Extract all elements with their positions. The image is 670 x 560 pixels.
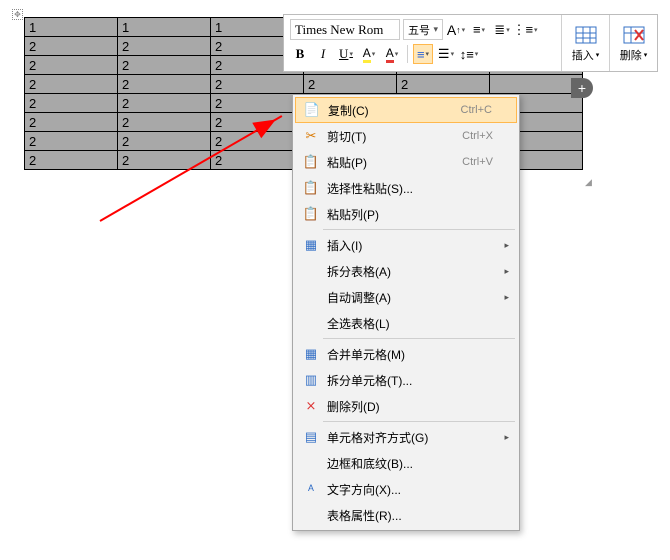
align-icon: ▤ [299,429,323,445]
table-row[interactable]: 22222 [25,75,583,94]
insert-menu[interactable]: 插入 [561,15,609,71]
row-add-handle[interactable]: + [571,78,593,98]
merge-icon: ▦ [299,346,323,362]
separator [323,229,515,230]
underline-button[interactable]: U [336,44,356,64]
font-color-button[interactable]: A [382,44,402,64]
floating-toolbar: Times New Rom 五号 A↑ ≡ ≣ ⋮≡ B I U A A ≡ ☰… [283,14,658,72]
table-cell[interactable]: 2 [118,151,211,170]
ctx-del-col[interactable]: ⨯删除列(D) [295,393,517,419]
table-cell[interactable]: 2 [118,75,211,94]
table-cell[interactable]: 2 [211,75,304,94]
table-cell[interactable]: 2 [397,75,490,94]
insert-label: 插入 [572,47,600,63]
table-cell[interactable]: 2 [211,151,304,170]
ctx-props[interactable]: 表格属性(R)... [295,502,517,528]
table-cell[interactable]: 2 [118,37,211,56]
text-dir-icon: ᴬ [299,482,323,497]
paste-col-icon: 📋 [299,206,323,222]
ctx-insert[interactable]: ▦插入(I) [295,232,517,258]
paste-special-icon: 📋 [299,180,323,196]
font-name-select[interactable]: Times New Rom [290,19,400,40]
ctx-paste[interactable]: 📋粘贴(P)Ctrl+V [295,149,517,175]
separator [407,45,408,63]
table-cell[interactable] [490,75,583,94]
table-cell[interactable]: 2 [304,75,397,94]
table-resize-handle[interactable]: ◢ [585,177,593,185]
cut-icon: ✂ [299,128,323,144]
table-cell[interactable]: 2 [25,113,118,132]
delete-label: 删除 [620,47,648,63]
table-move-handle[interactable]: ✥ [12,9,23,20]
bold-button[interactable]: B [290,44,310,64]
table-cell[interactable]: 2 [118,56,211,75]
del-col-icon: ⨯ [299,398,323,414]
line-spacing-button[interactable]: ↕≡ [459,44,479,64]
italic-button[interactable]: I [313,44,333,64]
table-cell[interactable]: 2 [118,94,211,113]
ctx-cut[interactable]: ✂剪切(T)Ctrl+X [295,123,517,149]
delete-table-icon [621,24,647,46]
ctx-select-table[interactable]: 全选表格(L) [295,310,517,336]
ctx-merge[interactable]: ▦合并单元格(M) [295,341,517,367]
ctx-borders[interactable]: 边框和底纹(B)... [295,450,517,476]
table-cell[interactable]: 2 [25,37,118,56]
insert-table-icon [573,24,599,46]
ctx-text-dir[interactable]: ᴬ文字方向(X)... [295,476,517,502]
split-icon: ▥ [299,372,323,388]
table-cell[interactable]: 2 [118,113,211,132]
numbering-button[interactable]: ≣ [492,20,512,40]
table-cell[interactable]: 2 [25,56,118,75]
multilevel-button[interactable]: ⋮≡ [515,20,535,40]
table-cell[interactable]: 2 [25,94,118,113]
ctx-copy[interactable]: 📄复制(C)Ctrl+C [295,97,517,123]
indent-button[interactable]: ☰ [436,44,456,64]
table-cell[interactable]: 2 [211,94,304,113]
table-cell[interactable]: 2 [25,75,118,94]
insert-icon: ▦ [299,237,323,253]
table-cell[interactable]: 1 [25,18,118,37]
copy-icon: 📄 [300,102,324,118]
table-cell[interactable]: 1 [118,18,211,37]
paste-icon: 📋 [299,154,323,170]
ctx-auto-fit[interactable]: 自动调整(A) [295,284,517,310]
table-cell[interactable]: 2 [118,132,211,151]
ctx-paste-special[interactable]: 📋选择性粘贴(S)... [295,175,517,201]
bullets-button[interactable]: ≡ [469,20,489,40]
separator [323,421,515,422]
font-size-select[interactable]: 五号 [403,19,443,40]
align-button[interactable]: ≡ [413,44,433,64]
table-cell[interactable]: 2 [25,132,118,151]
grow-font-button[interactable]: A↑ [446,20,466,40]
ctx-split-cell[interactable]: ▥拆分单元格(T)... [295,367,517,393]
delete-menu[interactable]: 删除 [609,15,657,71]
separator [323,338,515,339]
ctx-align[interactable]: ▤单元格对齐方式(G) [295,424,517,450]
context-menu: 📄复制(C)Ctrl+C ✂剪切(T)Ctrl+X 📋粘贴(P)Ctrl+V 📋… [292,94,520,531]
ctx-paste-col[interactable]: 📋粘贴列(P) [295,201,517,227]
highlight-button[interactable]: A [359,44,379,64]
ctx-split-table[interactable]: 拆分表格(A) [295,258,517,284]
table-cell[interactable]: 2 [25,151,118,170]
